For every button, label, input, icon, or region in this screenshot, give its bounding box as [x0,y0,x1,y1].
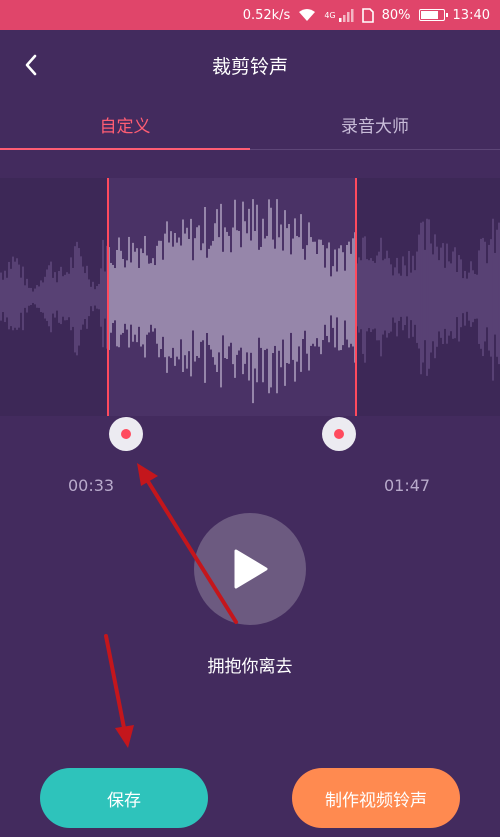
network-speed: 0.52k/s [242,7,291,23]
unselected-region-left [0,178,108,416]
play-button[interactable] [194,513,306,625]
battery-percent: 80% [381,7,411,23]
clock: 13:40 [452,7,490,23]
signal-icon: 4G [324,8,354,22]
trim-end-time: 01:47 [384,476,431,495]
tab-custom[interactable]: 自定义 [0,100,250,150]
waveform [0,178,500,416]
battery-icon [418,9,448,21]
chevron-left-icon [25,54,37,76]
back-button[interactable] [14,48,48,82]
tab-recording-master[interactable]: 录音大师 [250,100,500,149]
header: 裁剪铃声 [0,30,500,100]
page-title: 裁剪铃声 [211,55,288,78]
trim-start-handle[interactable] [109,417,143,451]
wifi-icon [298,8,316,22]
handle-dot [334,429,344,439]
tab-bar: 自定义 录音大师 [0,100,500,150]
song-title: 拥抱你离去 [207,657,293,677]
make-video-ringtone-button[interactable]: 制作视频铃声 [292,768,460,828]
network-type: 4G [324,10,336,20]
trim-start-time: 00:33 [68,476,115,495]
save-button[interactable]: 保存 [40,768,208,828]
play-icon [234,549,268,589]
handle-dot [121,429,131,439]
trim-end-handle[interactable] [322,417,356,451]
status-bar: 0.52k/s 4G 80% 13:40 [0,0,500,30]
sim-card-icon [361,7,374,23]
waveform-editor[interactable] [0,178,500,416]
